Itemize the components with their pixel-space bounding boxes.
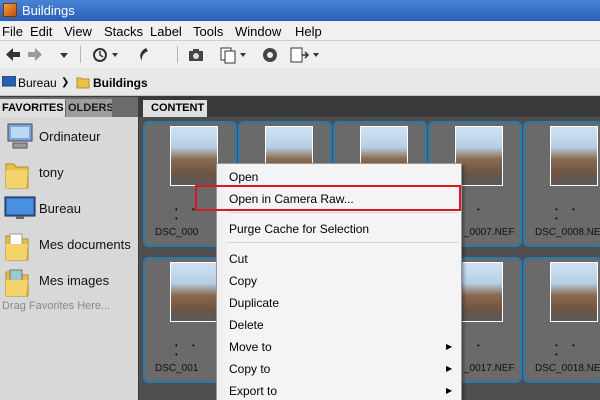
photo-preview (455, 126, 503, 186)
rating-dots[interactable]: • • • (460, 341, 500, 359)
back-arrow-icon[interactable] (4, 45, 22, 64)
thumbnail-filename: _0007.NEF (464, 227, 515, 238)
menu-file[interactable]: File (2, 24, 23, 39)
folder-icon (5, 269, 29, 297)
get-photos-camera-icon[interactable] (186, 45, 206, 64)
output-icon[interactable] (288, 45, 322, 64)
tab-favorites[interactable]: FAVORITES (0, 99, 65, 117)
title-bar: Buildings (0, 0, 600, 21)
chevron-down-icon[interactable] (58, 45, 70, 64)
thumbnail-filename: DSC_001 (155, 363, 199, 374)
menu-stacks[interactable]: Stacks (104, 24, 143, 39)
breadcrumb-buildings[interactable]: Buildings (93, 76, 148, 90)
forward-arrow-icon[interactable] (26, 45, 44, 64)
submenu-arrow-icon: ▶ (446, 364, 453, 373)
favorite-label: Mes images (39, 273, 110, 288)
photo-preview (550, 262, 598, 322)
thumbnail-filename: _0017.NEF (464, 363, 515, 374)
refine-icon[interactable] (218, 45, 248, 64)
menu-item-open[interactable]: Open (229, 170, 258, 184)
menu-window[interactable]: Window (235, 24, 281, 39)
recent-files-icon[interactable] (90, 45, 120, 64)
favorites-panel: FAVORITES OLDERS Ordinateur tony Bureau (0, 97, 138, 400)
menu-item-delete[interactable]: Delete (229, 318, 264, 332)
rating-dots[interactable]: • • • (555, 205, 595, 223)
menu-separator (227, 212, 459, 213)
menu-item-copy[interactable]: Copy (229, 274, 257, 288)
camera-raw-icon[interactable] (260, 45, 280, 64)
menu-help[interactable]: Help (295, 24, 322, 39)
toolbar (0, 41, 600, 68)
tab-content[interactable]: CONTENT (143, 100, 207, 117)
breadcrumb-chevron-icon[interactable]: ❯ (61, 77, 69, 88)
favorite-tony[interactable]: tony (0, 155, 138, 191)
photo-preview (550, 126, 598, 186)
photo-preview (455, 262, 503, 322)
folder-icon (5, 233, 29, 261)
rating-dots[interactable]: • • • (175, 341, 215, 359)
rating-dots[interactable]: • • • (555, 341, 595, 359)
favorite-bureau[interactable]: Bureau (0, 191, 138, 227)
bridge-app-icon (3, 3, 17, 17)
menu-separator (227, 242, 459, 243)
menu-item-copy-to[interactable]: Copy to (229, 362, 270, 376)
window-title: Buildings (22, 3, 75, 18)
submenu-arrow-icon: ▶ (446, 342, 453, 351)
left-panel-tabs: FAVORITES OLDERS (0, 97, 138, 117)
menu-edit[interactable]: Edit (30, 24, 52, 39)
path-bar: Bureau ❯ Buildings (0, 68, 600, 96)
breadcrumb-bureau[interactable]: Bureau (18, 76, 57, 90)
menu-item-purge-cache[interactable]: Purge Cache for Selection (229, 222, 369, 236)
menu-view[interactable]: View (64, 24, 92, 39)
folder-icon (76, 77, 90, 89)
rating-dots[interactable]: • • • (460, 205, 500, 223)
content-panel-tabs: CONTENT (139, 97, 600, 117)
tab-folders[interactable]: OLDERS (66, 99, 112, 117)
menu-item-export-to[interactable]: Export to (229, 384, 277, 398)
toolbar-separator (80, 46, 81, 63)
menu-label[interactable]: Label (150, 24, 182, 39)
favorite-mes-documents[interactable]: Mes documents (0, 227, 138, 263)
favorite-ordinateur[interactable]: Ordinateur (0, 119, 138, 155)
menu-item-duplicate[interactable]: Duplicate (229, 296, 279, 310)
thumbnail[interactable]: • • • DSC_0018.NEF (523, 257, 600, 383)
computer-icon (7, 123, 33, 149)
favorite-label: tony (39, 165, 64, 180)
drag-favorites-hint: Drag Favorites Here... (2, 300, 111, 312)
desktop-icon (2, 76, 16, 87)
photo-preview (170, 126, 218, 186)
menu-tools[interactable]: Tools (193, 24, 223, 39)
favorite-label: Bureau (39, 201, 81, 216)
thumbnail-filename: DSC_0018.NEF (535, 363, 600, 374)
menu-item-move-to[interactable]: Move to (229, 340, 272, 354)
thumbnail-filename: DSC_000 (155, 227, 199, 238)
highlight-box (195, 185, 461, 211)
menu-bar: File Edit View Stacks Label Tools Window… (0, 21, 600, 41)
toolbar-separator (177, 46, 178, 63)
thumbnail[interactable]: • • • DSC_0008.NEF (523, 121, 600, 247)
favorite-label: Ordinateur (39, 129, 101, 144)
desktop-icon (4, 196, 36, 219)
submenu-arrow-icon: ▶ (446, 386, 453, 395)
thumbnail-filename: DSC_0008.NEF (535, 227, 600, 238)
favorite-label: Mes documents (39, 237, 131, 252)
photo-preview (170, 262, 218, 322)
boomerang-icon[interactable] (134, 45, 152, 64)
favorite-mes-images[interactable]: Mes images (0, 263, 138, 299)
folder-icon (5, 163, 29, 189)
menu-item-cut[interactable]: Cut (229, 252, 248, 266)
